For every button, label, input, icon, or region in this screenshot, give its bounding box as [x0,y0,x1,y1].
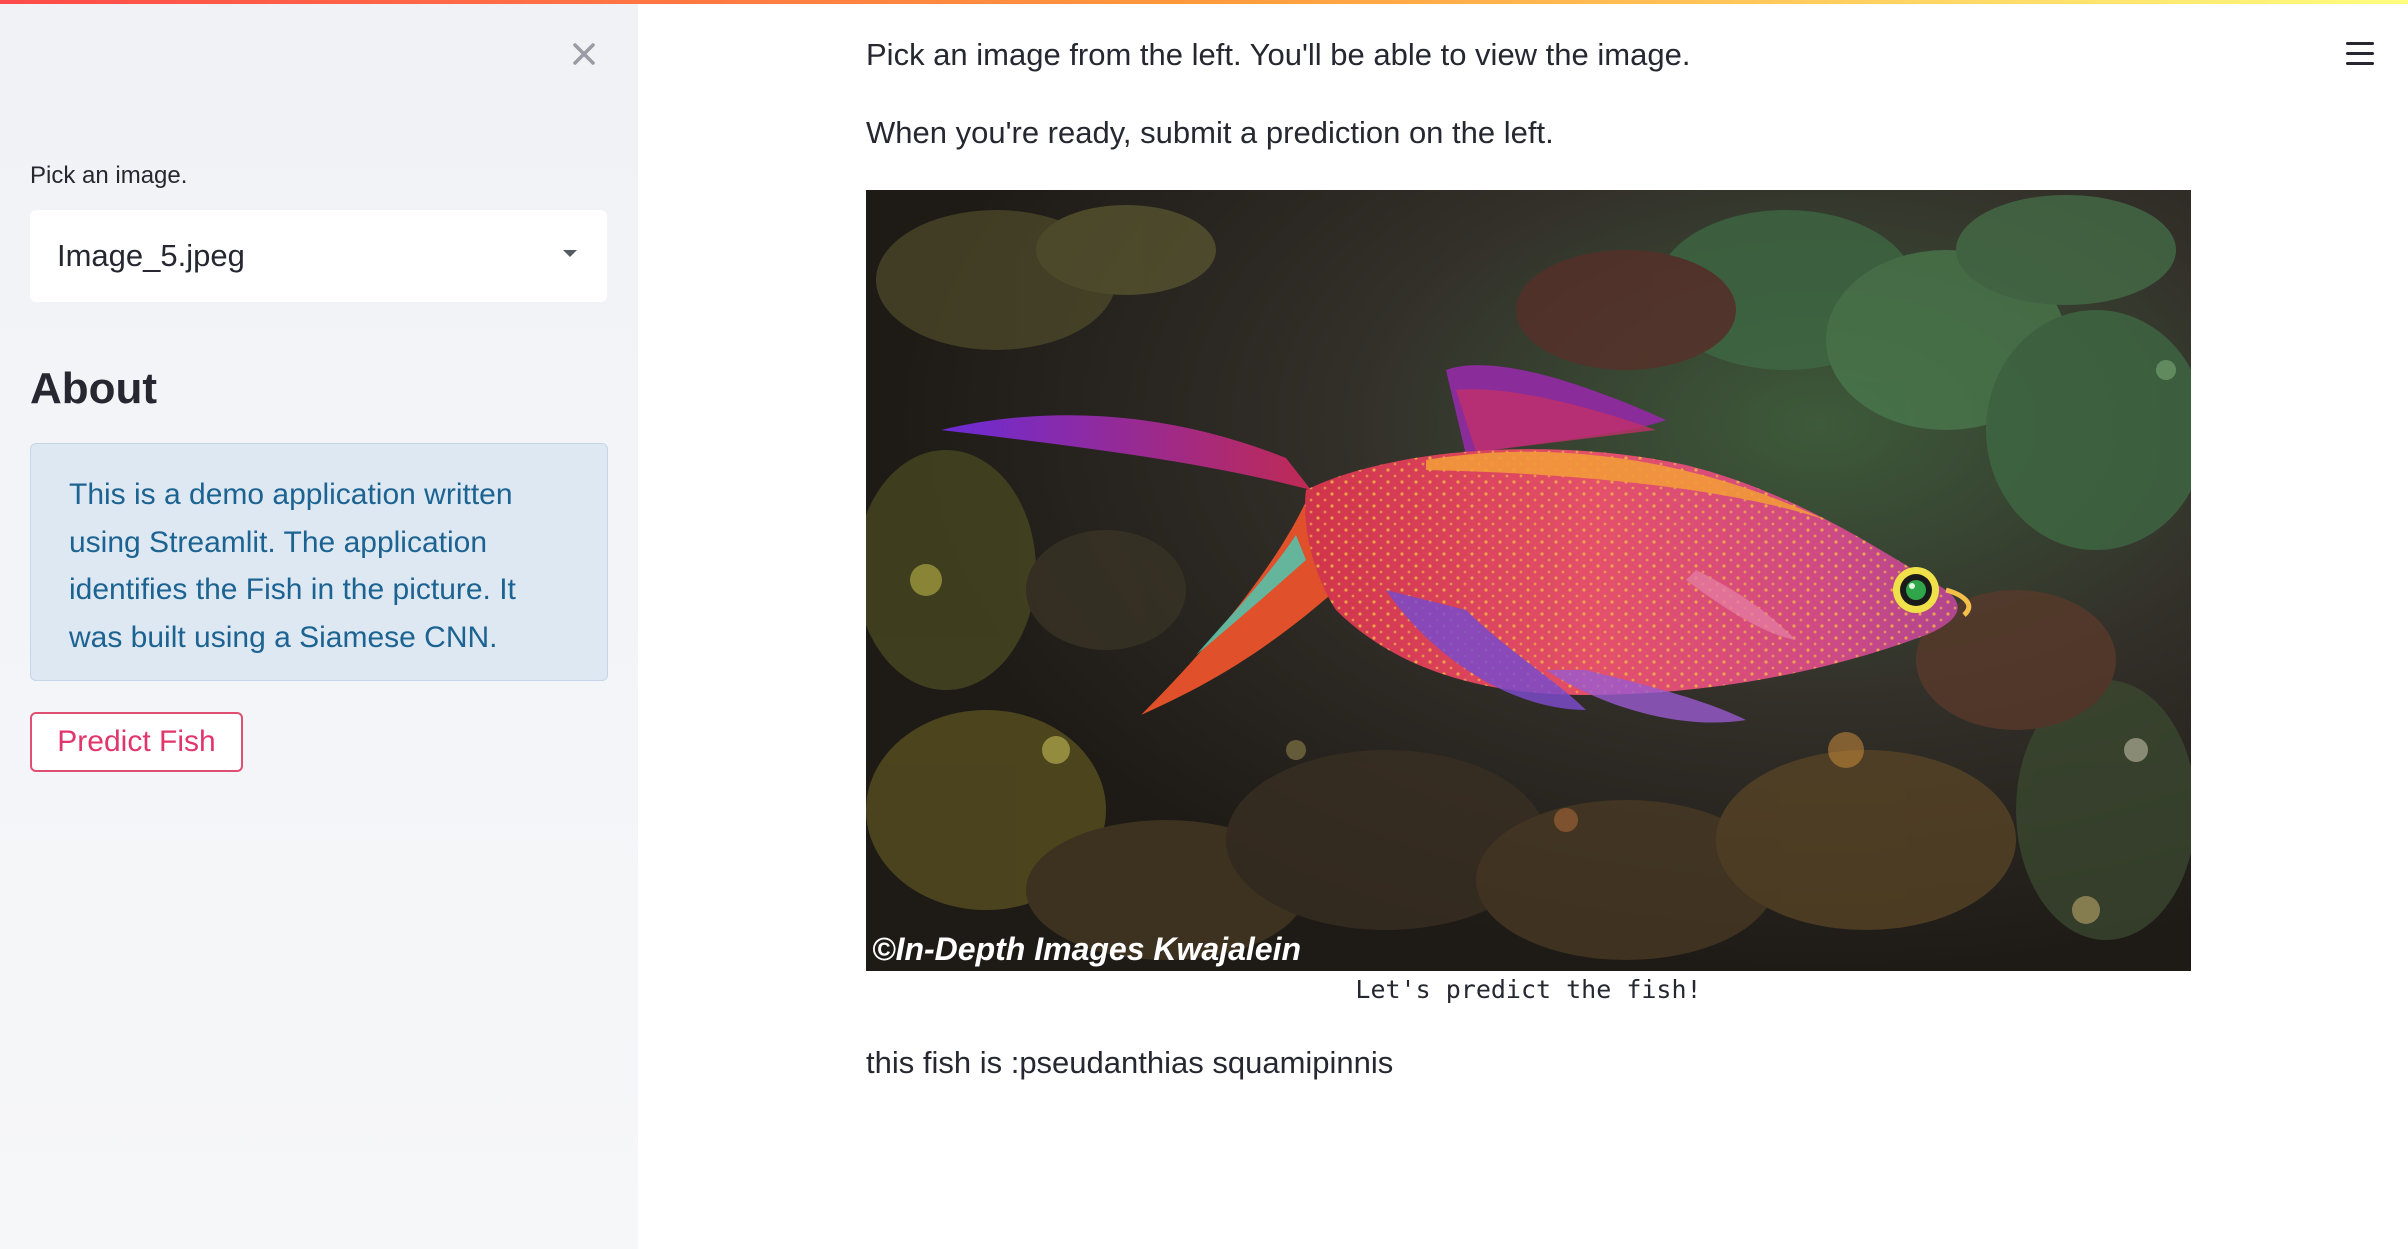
image-select[interactable]: Image_5.jpeg [30,210,607,302]
close-sidebar-button[interactable] [566,36,602,72]
prediction-result: this fish is :pseudanthias squamipinnis [866,1045,1394,1080]
predict-fish-button[interactable]: Predict Fish [30,712,243,772]
close-icon [573,43,595,65]
intro-line-2: When you're ready, submit a prediction o… [866,115,1554,150]
sidebar: Pick an image. Image_5.jpeg About This i… [0,0,638,1249]
about-info-box: This is a demo application written using… [30,443,608,681]
fish-photo: ©In-Depth Images Kwajalein [866,190,2191,971]
about-heading: About [30,364,158,413]
hamburger-menu-icon[interactable] [2346,42,2374,66]
image-watermark: ©In-Depth Images Kwajalein [872,931,1301,967]
intro-line-1: Pick an image from the left. You'll be a… [866,37,1691,72]
image-caption: Let's predict the fish! [1355,975,1702,1004]
image-select-value: Image_5.jpeg [57,238,245,273]
about-text: This is a demo application written using… [69,478,516,654]
chevron-down-icon [563,250,577,257]
fish-image: ©In-Depth Images Kwajalein [866,190,2191,971]
top-decoration-bar [0,0,2408,4]
image-select-label: Pick an image. [30,162,188,189]
